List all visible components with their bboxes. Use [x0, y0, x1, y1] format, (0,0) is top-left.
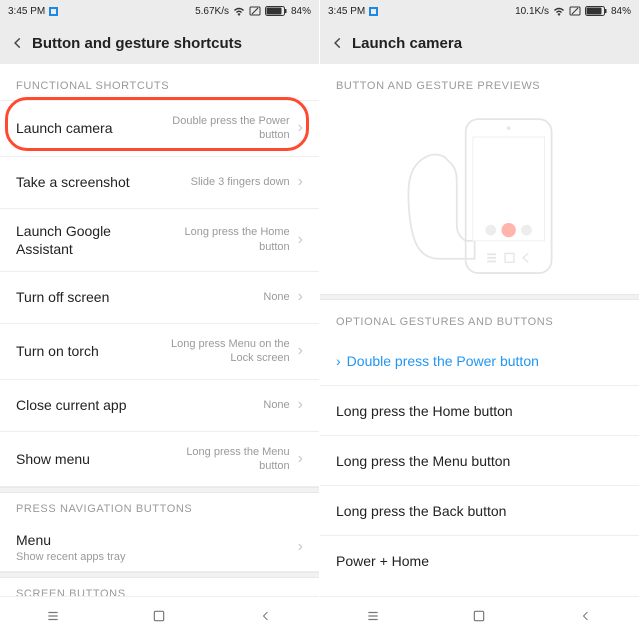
chevron-right-icon: ›: [336, 353, 341, 369]
gesture-option[interactable]: Long press the Back button: [320, 486, 639, 536]
detail-body: BUTTON AND GESTURE PREVIEWS: [320, 64, 639, 596]
chevron-right-icon: ›: [298, 538, 303, 556]
item-value: Long press the Home button: [165, 225, 290, 254]
nav-bar: [320, 596, 639, 634]
back-nav-button[interactable]: [246, 604, 286, 628]
page-title: Launch camera: [352, 35, 462, 52]
section-header-screenbuttons: SCREEN BUTTONS: [0, 578, 319, 596]
menu-sub: Show recent apps tray: [16, 551, 125, 563]
list-item[interactable]: Turn off screen None ›: [0, 272, 319, 324]
item-title: Take a screenshot: [16, 173, 130, 191]
list-item[interactable]: Launch Google Assistant Long press the H…: [0, 209, 319, 272]
item-value: None: [263, 290, 289, 304]
list-item[interactable]: Turn on torch Long press Menu on the Loc…: [0, 324, 319, 380]
list-item[interactable]: Show menu Long press the Menu button ›: [0, 432, 319, 488]
item-title: Turn on torch: [16, 342, 99, 360]
home-button[interactable]: [459, 604, 499, 628]
battery-percent: 84%: [291, 6, 311, 17]
notif-off-icon: [249, 6, 261, 16]
title-bar: Launch camera: [320, 22, 639, 64]
chevron-right-icon: ›: [298, 119, 303, 137]
network-speed: 10.1K/s: [515, 6, 549, 17]
battery-percent: 84%: [611, 6, 631, 17]
wifi-icon: [553, 6, 565, 16]
battery-icon: [265, 6, 287, 16]
network-speed: 5.67K/s: [195, 6, 229, 17]
battery-icon: [585, 6, 607, 16]
wifi-icon: [233, 6, 245, 16]
list-item[interactable]: Take a screenshot Slide 3 fingers down ›: [0, 157, 319, 209]
section-header-pressnav: PRESS NAVIGATION BUTTONS: [0, 493, 319, 523]
chevron-right-icon: ›: [298, 288, 303, 306]
gesture-option[interactable]: Long press the Menu button: [320, 436, 639, 486]
right-screenshot: 3:45 PM 10.1K/s 84% Launch camera BUTTON…: [320, 0, 640, 634]
item-title: Show menu: [16, 450, 90, 468]
nav-bar: [0, 596, 319, 634]
list-item[interactable]: Close current app None ›: [0, 380, 319, 432]
chevron-right-icon: ›: [298, 450, 303, 468]
item-value: None: [263, 398, 289, 412]
page-title: Button and gesture shortcuts: [32, 35, 242, 52]
item-value: Long press Menu on the Lock screen: [160, 337, 290, 366]
settings-body: FUNCTIONAL SHORTCUTS Launch camera Doubl…: [0, 64, 319, 596]
item-title: Launch Google Assistant: [16, 222, 165, 258]
option-label: Long press the Home button: [336, 403, 513, 419]
back-button[interactable]: [4, 29, 32, 57]
recent-apps-button[interactable]: [33, 604, 73, 628]
status-time: 3:45 PM: [328, 6, 365, 17]
item-title: Close current app: [16, 396, 127, 414]
back-nav-button[interactable]: [566, 604, 606, 628]
left-screenshot: 3:45 PM 5.67K/s 84% Button and gesture s…: [0, 0, 320, 634]
gesture-option[interactable]: Power + Home: [320, 536, 639, 586]
section-header-preview: BUTTON AND GESTURE PREVIEWS: [320, 64, 639, 100]
title-bar: Button and gesture shortcuts: [0, 22, 319, 64]
status-bar: 3:45 PM 5.67K/s 84%: [0, 0, 319, 22]
section-header-options: OPTIONAL GESTURES AND BUTTONS: [320, 300, 639, 336]
app-indicator-icon: [49, 7, 58, 16]
app-indicator-icon: [369, 7, 378, 16]
menu-title: Menu: [16, 531, 125, 549]
recent-apps-button[interactable]: [353, 604, 393, 628]
status-bar: 3:45 PM 10.1K/s 84%: [320, 0, 639, 22]
item-value: Slide 3 fingers down: [191, 175, 290, 189]
chevron-right-icon: ›: [298, 342, 303, 360]
notif-off-icon: [569, 6, 581, 16]
item-value: Long press the Menu button: [160, 445, 290, 474]
chevron-right-icon: ›: [298, 231, 303, 249]
gesture-option[interactable]: Long press the Home button: [320, 386, 639, 436]
home-button[interactable]: [139, 604, 179, 628]
option-label: Long press the Back button: [336, 503, 506, 519]
back-button[interactable]: [324, 29, 352, 57]
gesture-preview-illustration: [320, 100, 639, 294]
item-title: Turn off screen: [16, 288, 109, 306]
option-label: Double press the Power button: [347, 353, 539, 369]
list-item[interactable]: Menu Show recent apps tray ›: [0, 523, 319, 572]
chevron-right-icon: ›: [298, 396, 303, 414]
option-label: Long press the Menu button: [336, 453, 510, 469]
chevron-right-icon: ›: [298, 173, 303, 191]
item-value: Double press the Power button: [160, 114, 290, 143]
section-header-functional: FUNCTIONAL SHORTCUTS: [0, 64, 319, 100]
list-item[interactable]: Launch camera Double press the Power but…: [0, 100, 319, 157]
item-title: Launch camera: [16, 119, 113, 137]
gesture-option[interactable]: › Double press the Power button: [320, 336, 639, 386]
option-label: Power + Home: [336, 553, 429, 569]
status-time: 3:45 PM: [8, 6, 45, 17]
